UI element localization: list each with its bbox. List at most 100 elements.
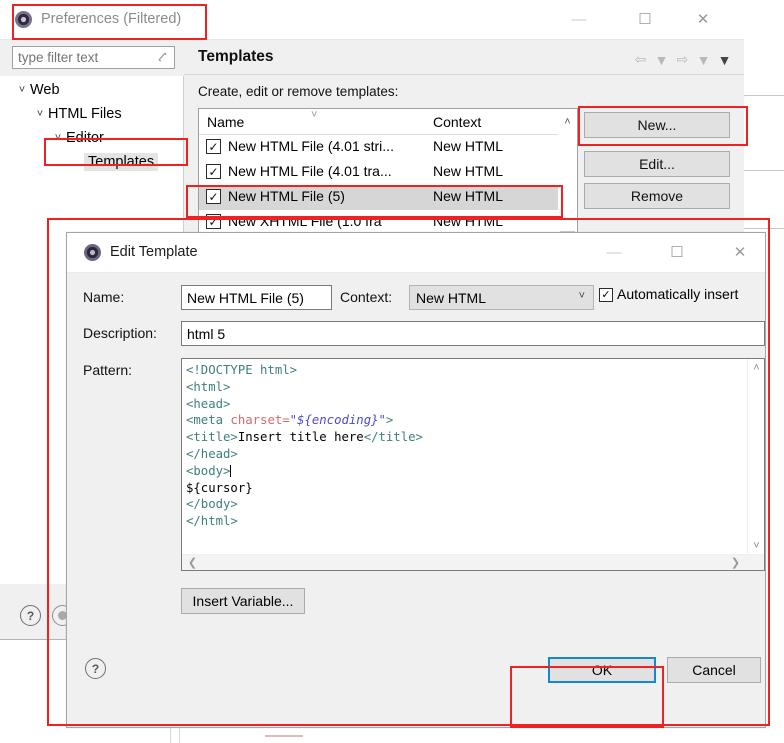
edit-template-maximize-button[interactable]: ☐: [654, 233, 700, 271]
table-row[interactable]: ✓ New HTML File (5) New HTML: [199, 185, 577, 210]
chevron-right-icon[interactable]: ❯: [727, 555, 744, 570]
back-arrow-icon[interactable]: ⇦: [631, 50, 650, 69]
row-context: New HTML: [433, 213, 504, 229]
preferences-minimize-button[interactable]: —: [556, 0, 602, 38]
row-name: New XHTML File (1.0 fra: [228, 213, 382, 229]
view-menu-icon[interactable]: ▼: [715, 50, 734, 69]
row-checkbox[interactable]: ✓: [206, 214, 221, 229]
table-header: Name ˅ Context ˄: [199, 109, 577, 135]
tree-item-html-files[interactable]: ˅ HTML Files: [32, 102, 122, 126]
context-label: Context:: [340, 289, 393, 305]
description-label: Description:: [83, 325, 157, 341]
eclipse-icon: [14, 10, 33, 29]
insert-variable-button[interactable]: Insert Variable...: [181, 588, 305, 614]
new-button[interactable]: New...: [584, 112, 730, 138]
description-field[interactable]: html 5: [181, 321, 765, 346]
search-input[interactable]: [13, 49, 145, 66]
name-field-value: New HTML File (5): [187, 289, 304, 306]
edit-template-title: Edit Template: [110, 244, 198, 260]
back-dropdown-icon[interactable]: ▼: [652, 50, 671, 69]
edit-template-titlebar[interactable]: Edit Template — ☐ ✕: [67, 233, 765, 273]
table-row[interactable]: ✓ New HTML File (4.01 tra... New HTML: [199, 160, 577, 185]
tree-item-label: Web: [30, 82, 60, 98]
row-name: New HTML File (4.01 stri...: [228, 138, 394, 154]
code-token: </title>: [363, 430, 423, 445]
row-name: New HTML File (5): [228, 188, 345, 204]
backdrop-divider: [744, 95, 784, 96]
code-token: <body>: [186, 463, 231, 478]
code-token: </body>: [186, 497, 238, 512]
row-name: New HTML File (4.01 tra...: [228, 163, 392, 179]
pattern-line: <title>Insert title here</title>: [186, 429, 744, 446]
sidebar-item-templates[interactable]: Templates: [68, 150, 159, 174]
table-row[interactable]: ✓ New HTML File (4.01 stri... New HTML: [199, 135, 577, 160]
pattern-line: <html>: [186, 379, 744, 396]
tree-item-label: Editor: [66, 130, 104, 146]
cancel-button[interactable]: Cancel: [667, 657, 761, 683]
pane-description: Create, edit or remove templates:: [198, 84, 399, 99]
forward-dropdown-icon[interactable]: ▼: [694, 50, 713, 69]
ok-button[interactable]: OK: [548, 657, 656, 683]
forward-arrow-icon[interactable]: ⇨: [673, 50, 692, 69]
chevron-up-icon[interactable]: ˄: [748, 359, 764, 376]
chevron-left-icon[interactable]: ❮: [184, 555, 201, 570]
code-token: charset=: [230, 413, 290, 428]
name-label: Name:: [83, 289, 125, 305]
chevron-down-icon[interactable]: ˅: [748, 537, 764, 554]
code-token: >: [385, 413, 394, 428]
remove-button[interactable]: Remove: [584, 183, 730, 209]
tree-item-editor[interactable]: ˅ Editor: [50, 126, 104, 150]
edit-template-close-button[interactable]: ✕: [717, 233, 763, 271]
chevron-down-icon[interactable]: ˅: [579, 290, 585, 302]
pattern-line: <meta charset="${encoding}">: [186, 412, 744, 429]
tree-item-label: Templates: [84, 153, 159, 171]
preferences-titlebar[interactable]: Preferences (Filtered) — ☐ ✕: [0, 0, 744, 40]
pattern-horizontal-scrollbar[interactable]: ❮ ❯: [182, 554, 764, 570]
automatically-insert-checkbox[interactable]: ✓: [599, 288, 613, 302]
pattern-vertical-scrollbar[interactable]: ˄ ˅: [747, 359, 764, 554]
row-checkbox[interactable]: ✓: [206, 139, 221, 154]
pattern-code[interactable]: <!DOCTYPE html> <html> <head> <meta charset…: [186, 362, 744, 554]
row-checkbox[interactable]: ✓: [206, 164, 221, 179]
column-header-label: Name: [207, 114, 245, 130]
help-question-icon[interactable]: ?: [85, 658, 106, 679]
filter-box[interactable]: [12, 46, 175, 69]
code-token: <meta: [186, 413, 231, 428]
name-field[interactable]: New HTML File (5): [181, 285, 332, 310]
pane-navigation[interactable]: ⇦ ▼ ⇨ ▼ ▼: [631, 50, 734, 69]
tree-item-label: HTML Files: [48, 106, 122, 122]
code-token: <title>: [186, 430, 238, 445]
clear-filter-icon[interactable]: [157, 51, 169, 66]
code-token: <!DOCTYPE html>: [186, 363, 298, 377]
tree-item-web[interactable]: ˅ Web: [14, 78, 60, 102]
context-dropdown[interactable]: New HTML ˅: [409, 285, 594, 310]
row-context: New HTML: [433, 163, 504, 179]
preferences-maximize-button[interactable]: ☐: [622, 0, 668, 38]
code-token: <head>: [186, 396, 231, 411]
chevron-up-icon[interactable]: ˄: [558, 109, 577, 135]
context-value: New HTML: [416, 289, 487, 306]
text-caret: [230, 464, 232, 477]
pattern-line: <head>: [186, 396, 744, 413]
pattern-textarea[interactable]: <!DOCTYPE html> <html> <head> <meta charset…: [181, 358, 765, 571]
backdrop-divider: [744, 170, 784, 171]
pattern-line: </head>: [186, 446, 744, 463]
preferences-close-button[interactable]: ✕: [680, 0, 726, 38]
edit-template-minimize-button[interactable]: —: [591, 233, 637, 271]
preferences-title: Preferences (Filtered): [41, 11, 182, 27]
pattern-line: <body>: [186, 463, 744, 480]
code-token: <html>: [186, 379, 231, 394]
row-checkbox[interactable]: ✓: [206, 189, 221, 204]
code-token: </head>: [186, 446, 238, 461]
column-header-label: Context: [433, 114, 482, 130]
pane-divider: [184, 74, 744, 75]
column-header-context[interactable]: Context: [427, 109, 558, 135]
chevron-down-icon[interactable]: ˅: [32, 108, 48, 120]
automatically-insert-label: Automatically insert: [617, 286, 739, 302]
help-question-icon[interactable]: ?: [20, 605, 41, 626]
chevron-down-icon[interactable]: ˅: [50, 132, 66, 144]
table-vertical-scrollbar[interactable]: [558, 135, 577, 245]
chevron-down-icon[interactable]: ˅: [14, 84, 30, 96]
code-token: Insert title here: [237, 430, 364, 445]
edit-button[interactable]: Edit...: [584, 151, 730, 177]
